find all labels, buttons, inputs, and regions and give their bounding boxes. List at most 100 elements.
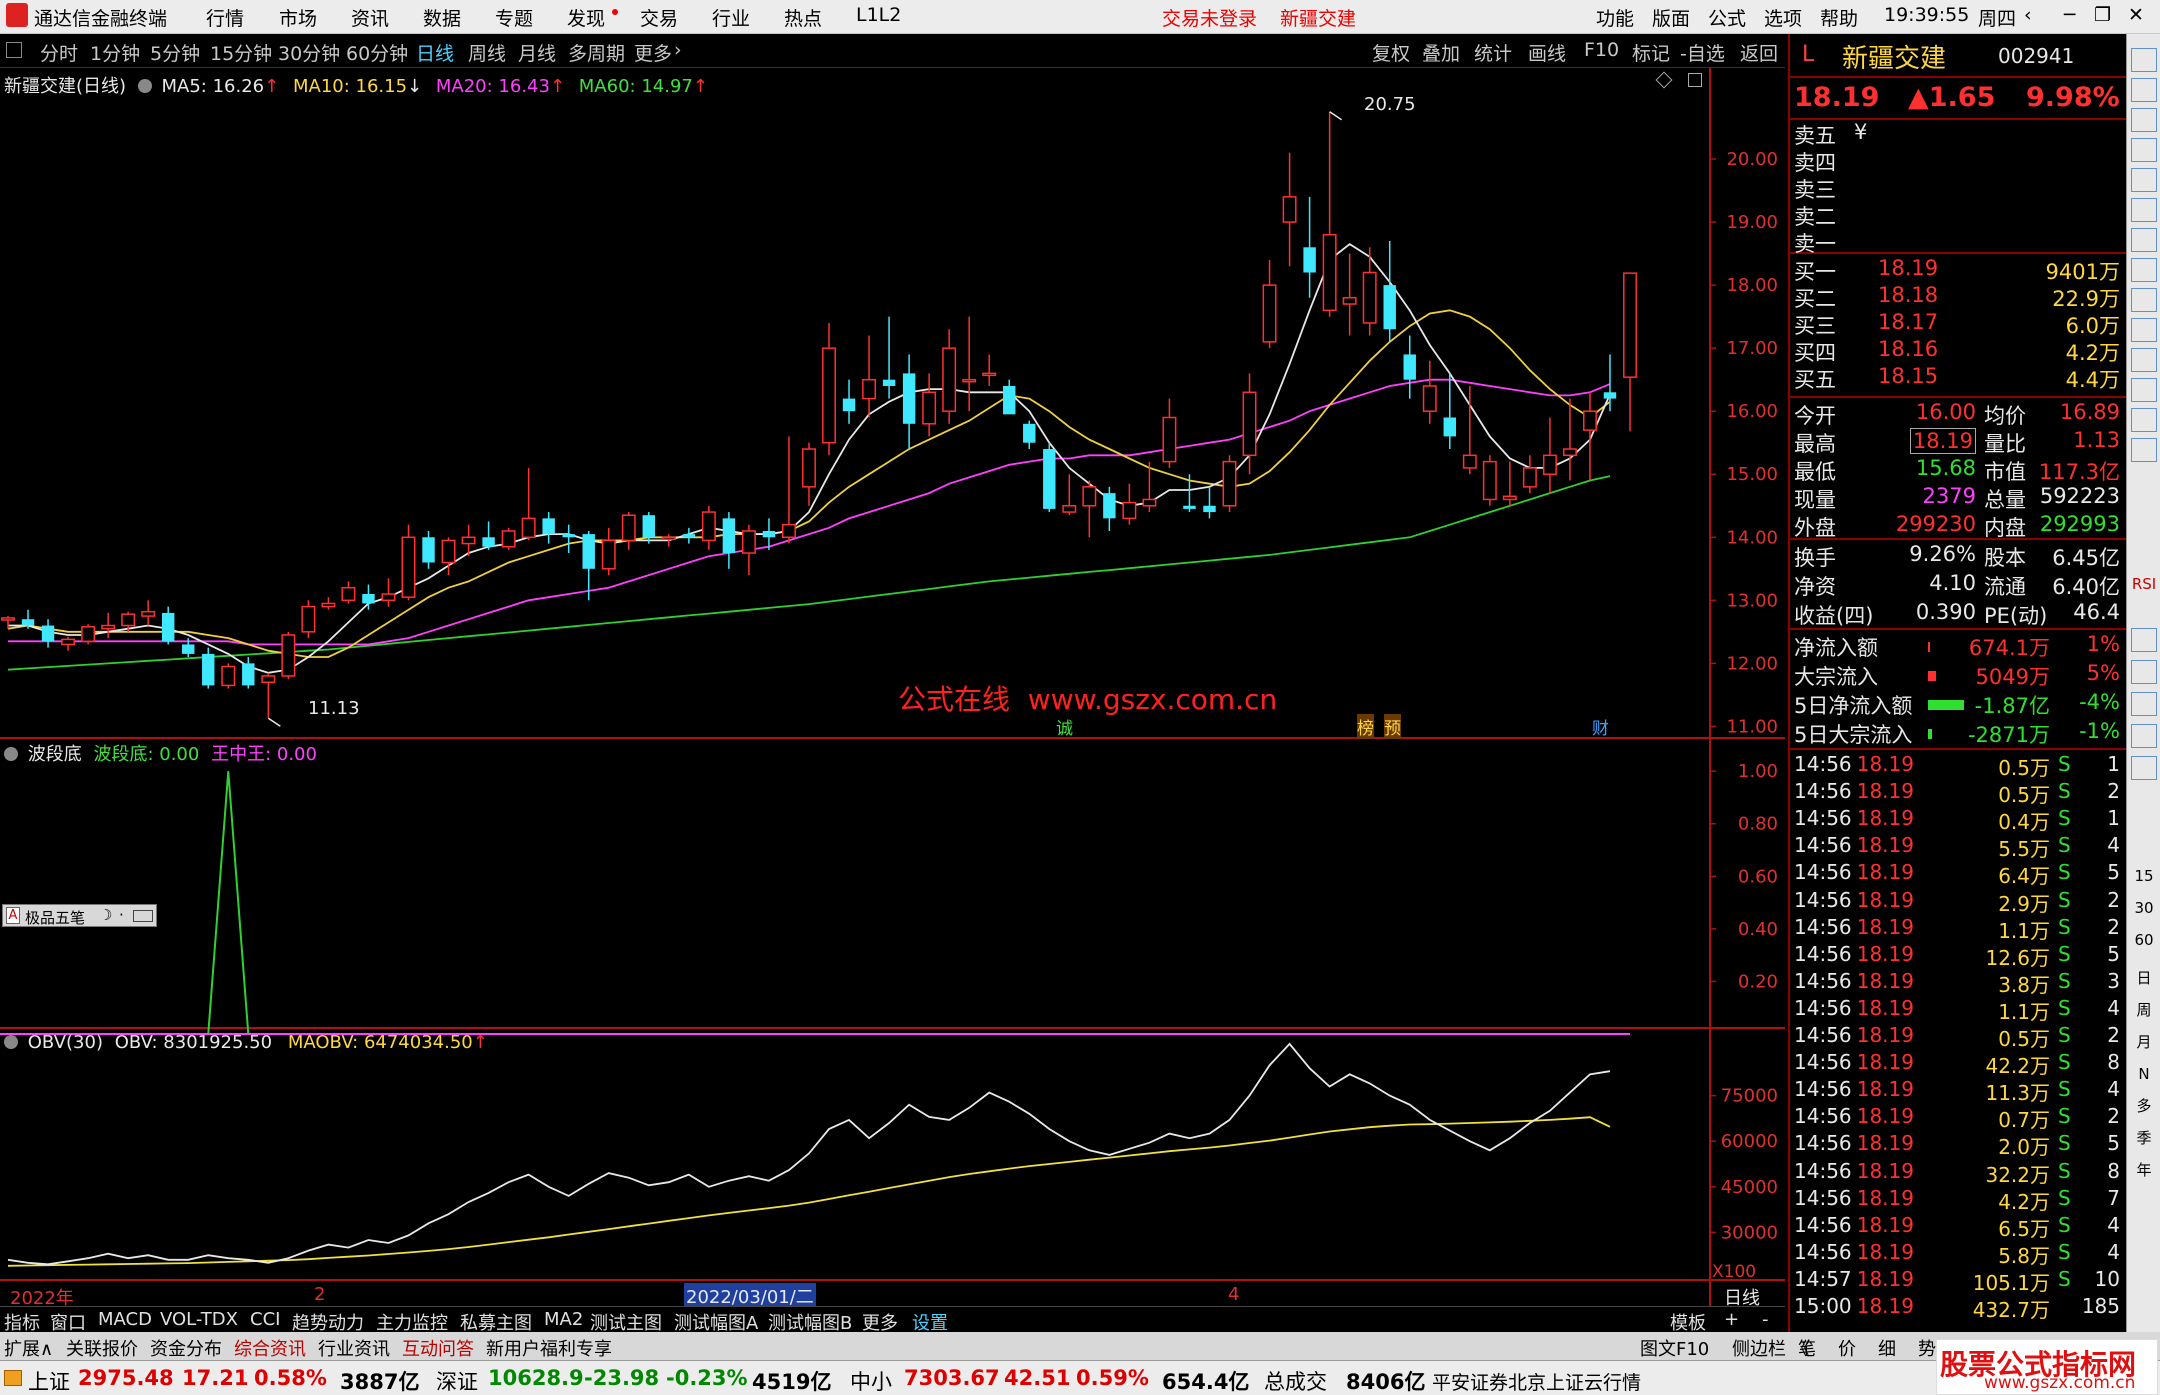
event-mark-bang[interactable]: 榜 <box>1357 714 1374 739</box>
close-icon[interactable]: ✕ <box>2128 4 2144 26</box>
bar-chart-icon[interactable] <box>2131 228 2157 252</box>
tab-qa[interactable]: 互动问答 <box>402 1335 474 1361</box>
period-tab-more[interactable]: 更多 <box>634 39 672 66</box>
menu-item-formula[interactable]: 公式 <box>1708 4 1746 31</box>
legend-toggle-icon[interactable] <box>137 79 152 93</box>
menu-item-industry[interactable]: 行业 <box>712 4 750 31</box>
kline-chart[interactable]: 20.00 19.00 18.00 17.00 16.00 15.00 14.00 13.00… <box>0 68 1785 1306</box>
side-rsi[interactable]: RSI <box>2131 572 2157 596</box>
legend-toggle-icon[interactable] <box>4 747 18 761</box>
event-mark-cheng[interactable]: 诚 <box>1056 714 1073 739</box>
period-tab-tick[interactable]: 分时 <box>40 39 78 66</box>
tab-shi[interactable]: 势 <box>1918 1335 1936 1361</box>
tab-bi[interactable]: 笔 <box>1798 1335 1816 1361</box>
fx-icon[interactable] <box>2131 692 2157 716</box>
menu-item-options[interactable]: 选项 <box>1764 4 1802 31</box>
stock-name[interactable]: 新疆交建 <box>1842 38 1946 75</box>
tab-f10-graphic[interactable]: 图文F10 <box>1640 1335 1709 1361</box>
tool-stats[interactable]: 统计 <box>1474 39 1512 66</box>
side-multi[interactable]: 多 <box>2131 1094 2157 1118</box>
minimize-icon[interactable]: ─ <box>2064 4 2075 26</box>
chevron-right-icon[interactable]: › <box>674 39 682 61</box>
tool-watchlist[interactable]: -自选 <box>1680 39 1725 66</box>
period-tab-30m[interactable]: 30分钟 <box>278 39 340 66</box>
tool-mark[interactable]: 标记 <box>1632 39 1670 66</box>
tool-draw[interactable]: 画线 <box>1528 39 1566 66</box>
tab-new-user[interactable]: 新用户福利专享 <box>486 1335 612 1361</box>
tab-news-all[interactable]: 综合资讯 <box>234 1335 306 1361</box>
tool-restore-right[interactable]: 复权 <box>1372 39 1410 66</box>
idx-sh-name[interactable]: 上证 <box>28 1366 70 1395</box>
period-tab-multi[interactable]: 多周期 <box>568 39 625 66</box>
tab-add[interactable]: + <box>1724 1309 1739 1330</box>
dot-icon[interactable]: · <box>119 906 124 924</box>
period-tab-60m[interactable]: 60分钟 <box>346 39 408 66</box>
f10-icon[interactable] <box>2131 378 2157 402</box>
menu-item-hot[interactable]: 热点 <box>784 4 822 31</box>
up-arrow-icon[interactable] <box>2131 48 2157 72</box>
tab-fund-dist[interactable]: 资金分布 <box>150 1335 222 1361</box>
menu-item-topic[interactable]: 专题 <box>495 4 533 31</box>
login-status[interactable]: 交易未登录 <box>1162 4 1257 31</box>
period-menu-icon[interactable] <box>6 42 22 58</box>
status-index-icon[interactable] <box>4 1370 22 1386</box>
kline-icon[interactable] <box>2131 138 2157 162</box>
tab-expand[interactable]: 扩展∧ <box>4 1335 53 1361</box>
side-30m[interactable]: 30 <box>2131 896 2157 920</box>
menu-item-trade[interactable]: 交易 <box>640 4 678 31</box>
tool-f10[interactable]: F10 <box>1584 39 1619 61</box>
period-tab-week[interactable]: 周线 <box>468 39 506 66</box>
text-tool-icon[interactable]: A <box>6 907 20 924</box>
tab-remove[interactable]: - <box>1762 1309 1769 1330</box>
side-n[interactable]: N <box>2131 1062 2157 1086</box>
restore-icon[interactable]: ❐ <box>2094 4 2111 26</box>
grid2-icon[interactable] <box>2131 724 2157 748</box>
tab-industry-news[interactable]: 行业资讯 <box>318 1335 390 1361</box>
tab-xi[interactable]: 细 <box>1878 1335 1896 1361</box>
tab-ma2[interactable]: MA2 <box>544 1309 583 1330</box>
tool-back[interactable]: 返回 <box>1740 39 1778 66</box>
event-mark-cai[interactable]: 财 <box>1592 714 1609 739</box>
keyboard-icon[interactable] <box>133 910 153 922</box>
side-week[interactable]: 周 <box>2131 998 2157 1022</box>
move-icon[interactable] <box>2131 628 2157 652</box>
panel-maximize-icon[interactable] <box>1688 73 1702 87</box>
menu-item-function[interactable]: 功能 <box>1596 4 1634 31</box>
tab-cci[interactable]: CCI <box>250 1309 280 1330</box>
period-tab-month[interactable]: 月线 <box>518 39 556 66</box>
settings2-icon[interactable] <box>2131 756 2157 780</box>
menu-item-news[interactable]: 资讯 <box>351 4 389 31</box>
period-tab-day[interactable]: 日线 <box>416 39 454 66</box>
tool-overlay[interactable]: 叠加 <box>1422 39 1460 66</box>
list-icon[interactable] <box>2131 258 2157 282</box>
side-year[interactable]: 年 <box>2131 1158 2157 1182</box>
menu-item-discover[interactable]: 发现 <box>567 4 605 31</box>
tab-macd[interactable]: MACD <box>98 1309 152 1330</box>
draw-toolbox[interactable]: A 极品五笔 ☽ · <box>2 904 157 927</box>
news-icon[interactable] <box>2131 348 2157 372</box>
idx-sz-name[interactable]: 深证 <box>436 1366 478 1395</box>
pencil-icon[interactable] <box>2131 660 2157 684</box>
moon-icon[interactable]: ☽ <box>99 906 112 924</box>
wave-icon[interactable] <box>2131 438 2157 462</box>
period-tab-5m[interactable]: 5分钟 <box>150 39 200 66</box>
legend-toggle-icon[interactable] <box>4 1035 18 1049</box>
menu-item-l1l2[interactable]: L1L2 <box>856 4 901 26</box>
back-nav-icon[interactable]: ‹ <box>2024 4 2032 26</box>
side-season[interactable]: 季 <box>2131 1126 2157 1150</box>
tab-related-quote[interactable]: 关联报价 <box>66 1335 138 1361</box>
menu-item-layout[interactable]: 版面 <box>1652 4 1690 31</box>
info-icon[interactable] <box>2131 288 2157 312</box>
side-month[interactable]: 月 <box>2131 1030 2157 1054</box>
side-60m[interactable]: 60 <box>2131 928 2157 952</box>
down-arrow-icon[interactable] <box>2131 108 2157 132</box>
circle-chart-icon[interactable] <box>2131 408 2157 432</box>
event-mark-yu[interactable]: 预 <box>1384 714 1401 739</box>
document-icon[interactable] <box>2131 318 2157 342</box>
tab-jia[interactable]: 价 <box>1838 1335 1856 1361</box>
menu-item-markets[interactable]: 市场 <box>279 4 317 31</box>
side-day[interactable]: 日 <box>2131 966 2157 990</box>
period-tab-1m[interactable]: 1分钟 <box>90 39 140 66</box>
menu-item-help[interactable]: 帮助 <box>1820 4 1858 31</box>
period-tab-15m[interactable]: 15分钟 <box>210 39 272 66</box>
